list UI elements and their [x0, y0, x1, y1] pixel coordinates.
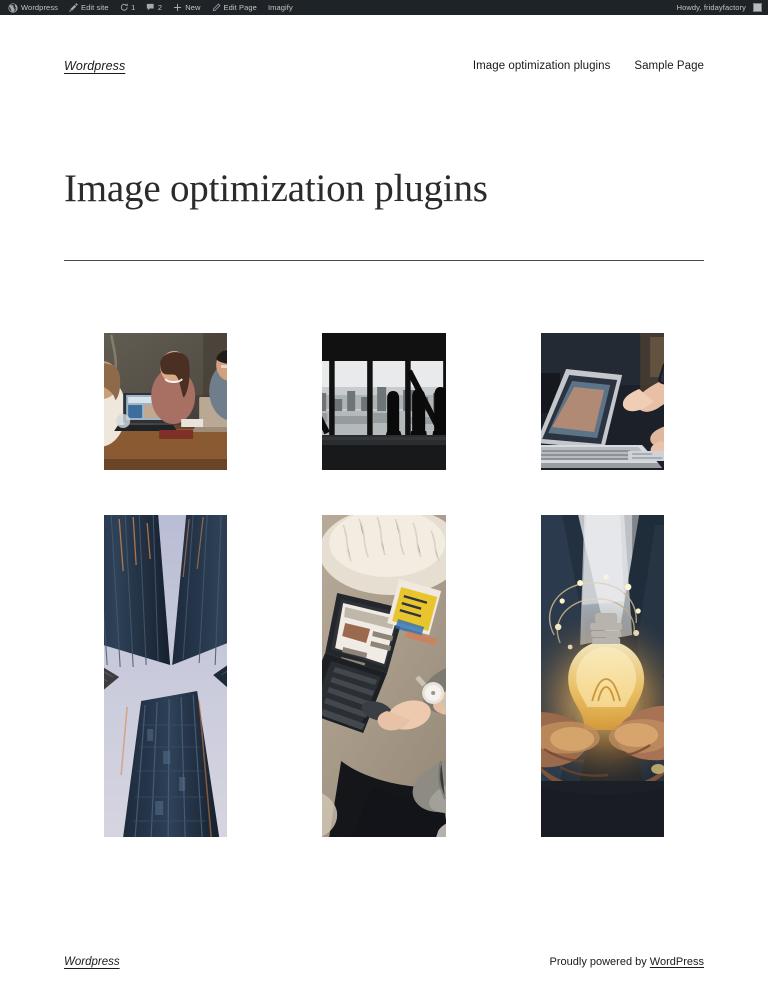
- photo-blackwhite-office-window-city-skyline: [322, 333, 446, 470]
- admin-bar-item-new[interactable]: New: [168, 0, 206, 15]
- gallery-row: [64, 317, 704, 486]
- footer-credit: Proudly powered by WordPress: [550, 956, 704, 968]
- footer-credit-prefix: Proudly powered by: [549, 956, 650, 968]
- customize-brush-icon: [69, 3, 78, 12]
- admin-bar-item-updates[interactable]: 1: [115, 0, 142, 15]
- gallery-image-hand-pointing-at-laptop-screen[interactable]: [540, 333, 664, 470]
- avatar: [753, 3, 762, 12]
- photo-person-on-laptop-on-fur-rug: [322, 515, 446, 837]
- gallery-image-three-women-laptops-cafe[interactable]: [104, 333, 228, 470]
- admin-bar-item-edit-page[interactable]: Edit Page: [207, 0, 263, 15]
- updates-icon: [120, 3, 129, 12]
- photo-skyscrapers-looking-up-x-shape: [104, 515, 228, 837]
- pencil-icon: [212, 3, 221, 12]
- admin-bar-label: Imagify: [267, 3, 293, 12]
- photo-hand-pointing-at-laptop-screen: [540, 333, 664, 470]
- gallery-row: [64, 499, 704, 853]
- comments-bubble-icon: [146, 3, 155, 12]
- admin-bar-label: New: [185, 3, 201, 12]
- admin-bar-label: Edit Page: [223, 3, 257, 12]
- site-header: Wordpress Image optimization plugins Sam…: [64, 15, 704, 98]
- nav-item-sample-page[interactable]: Sample Page: [634, 60, 704, 72]
- page-title: Image optimization plugins: [64, 167, 488, 210]
- admin-bar-item-edit-site[interactable]: Edit site: [64, 0, 115, 15]
- primary-navigation: Image optimization plugins Sample Page: [473, 59, 704, 72]
- site-title[interactable]: Wordpress: [64, 59, 125, 73]
- gallery-image-blackwhite-office-window-city-skyline[interactable]: [322, 333, 446, 470]
- nav-item-image-optimization-plugins[interactable]: Image optimization plugins: [473, 60, 610, 72]
- photo-three-women-laptops-cafe: [104, 333, 228, 470]
- admin-bar-label: Edit site: [81, 3, 109, 12]
- wordpress-link[interactable]: WordPress: [650, 956, 704, 968]
- image-gallery: [64, 269, 704, 853]
- admin-bar-greeting: Howdy, fridayfactory: [676, 3, 746, 12]
- gallery-image-skyscrapers-looking-up-x-shape[interactable]: [104, 515, 228, 837]
- wordpress-logo-icon: [8, 2, 18, 13]
- site-content: Wordpress Image optimization plugins Sam…: [0, 15, 768, 853]
- photo-hands-holding-glowing-lightbulb: [540, 515, 664, 837]
- admin-bar-item-comments[interactable]: 2: [141, 0, 168, 15]
- wp-admin-bar: Wordpress Edit site 1 2 New Edit Page Im…: [0, 0, 768, 15]
- admin-bar-left-group: Wordpress Edit site 1 2 New Edit Page Im…: [3, 0, 299, 15]
- footer-site-title[interactable]: Wordpress: [64, 956, 120, 968]
- admin-bar-label: 2: [157, 3, 163, 12]
- admin-bar-item-imagify[interactable]: Imagify: [263, 0, 299, 15]
- gallery-image-person-on-laptop-on-fur-rug[interactable]: [322, 515, 446, 837]
- admin-bar-item-wordpress[interactable]: Wordpress: [3, 0, 64, 15]
- site-footer: Wordpress Proudly powered by WordPress: [0, 956, 768, 968]
- gallery-image-hands-holding-glowing-lightbulb[interactable]: [540, 515, 664, 837]
- admin-bar-label: 1: [131, 3, 136, 12]
- admin-bar-label: Wordpress: [21, 3, 59, 12]
- admin-bar-account[interactable]: Howdy, fridayfactory: [672, 0, 764, 15]
- plus-icon: [173, 3, 182, 12]
- title-separator: [64, 260, 704, 261]
